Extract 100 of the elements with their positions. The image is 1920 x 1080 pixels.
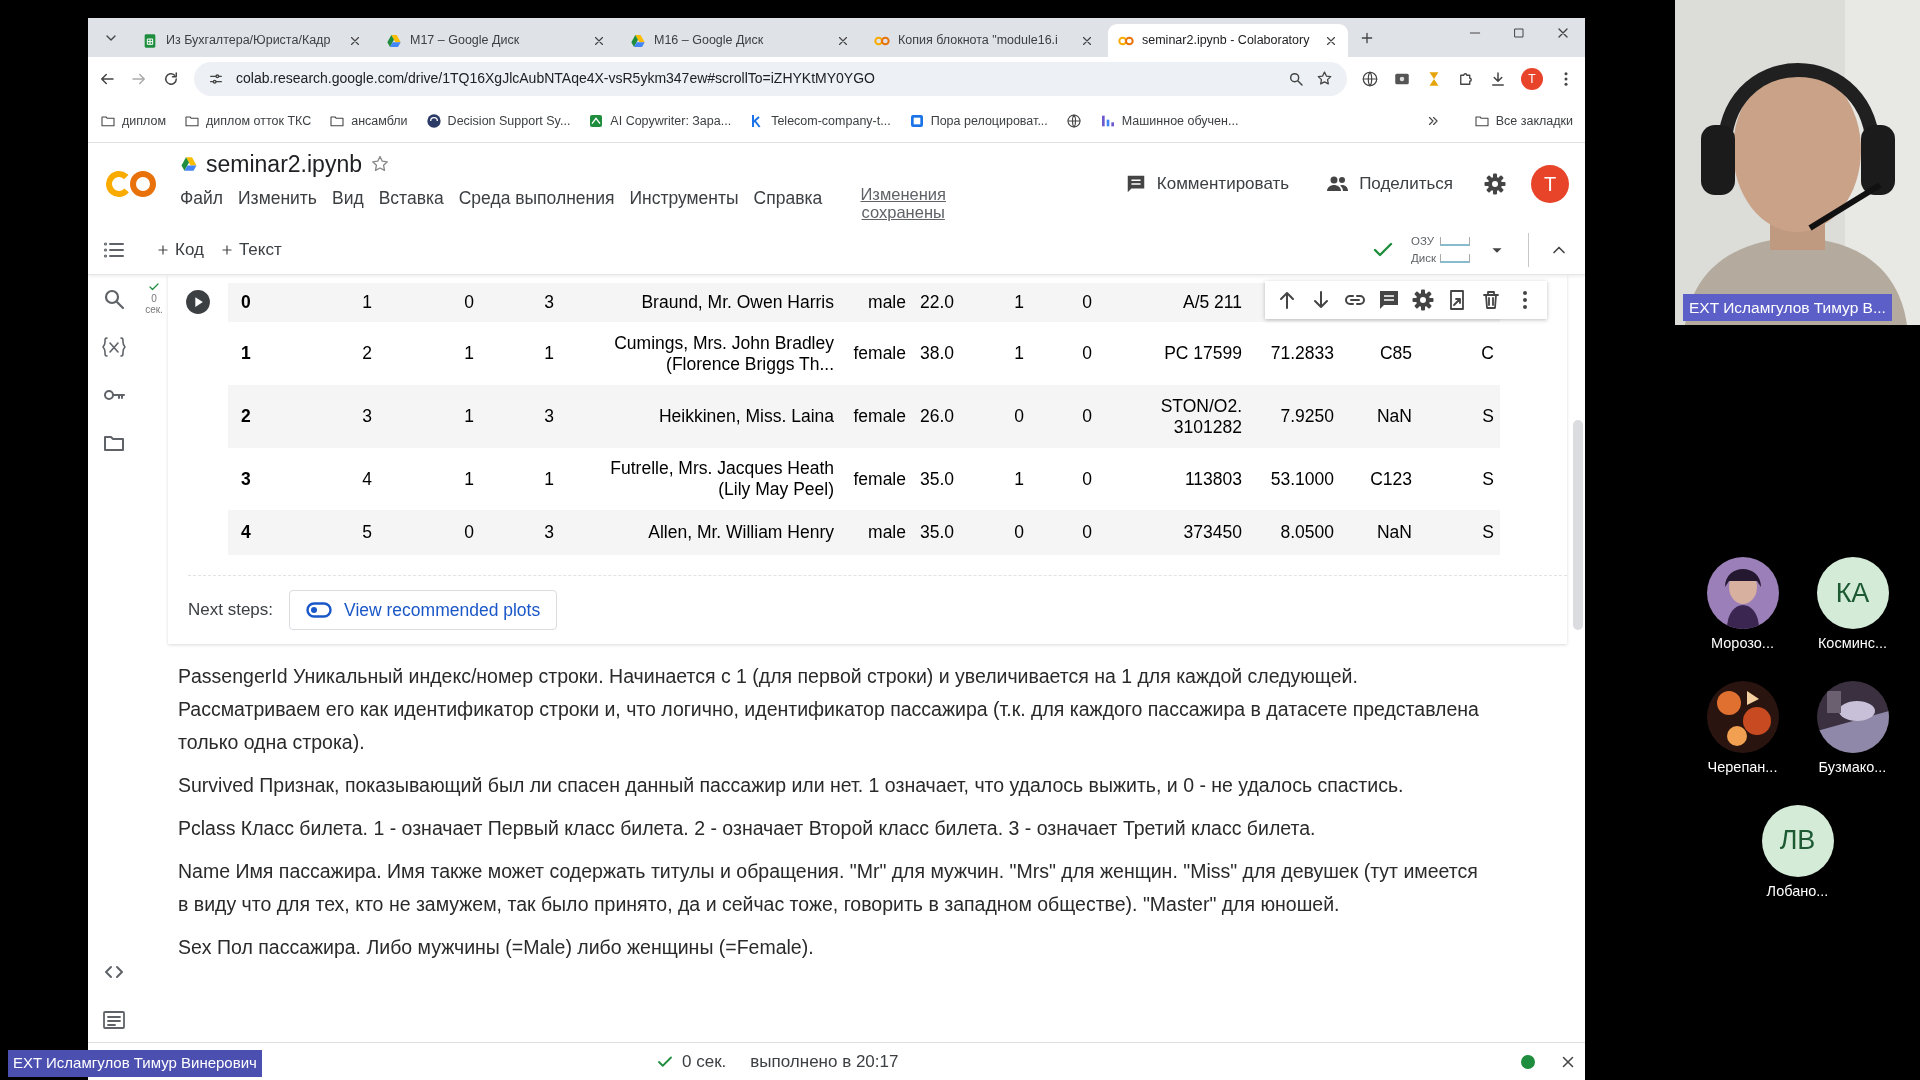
add-text-button[interactable]: Текст (211, 232, 290, 267)
next-steps-label: Next steps: (188, 599, 274, 622)
comment-button[interactable]: Комментировать (1118, 170, 1296, 198)
menu-item[interactable]: Файл (180, 185, 224, 212)
table-cell: C (1481, 343, 1494, 363)
bar-logo-icon (1099, 113, 1116, 129)
paragraph: Survived Признак, показывающий был ли спасен данный пассажир или нет. 1 означает, что удалось выжить, и 0 - не удалось спастись. (178, 773, 1405, 799)
run-button[interactable] (185, 289, 211, 315)
drive-icon (180, 155, 198, 173)
menu-item[interactable]: Вид (332, 185, 364, 212)
square-logo-icon (908, 113, 925, 129)
menu-item[interactable]: Справка (753, 185, 823, 212)
bookmark[interactable]: диплом отток ТКС (184, 111, 312, 131)
scrollbar[interactable] (1573, 420, 1583, 630)
table-cell: S (1482, 522, 1494, 542)
search-icon[interactable] (102, 287, 126, 311)
menu-item[interactable]: Изменить (238, 185, 317, 212)
table-cell: 1 (362, 292, 372, 312)
address-bar[interactable]: colab.research.google.com/drive/1TQ16XgJlcAubNTAqe4X-vsR5ykm347ew#scrollTo=iZHYKtMY0YGO (194, 61, 1347, 96)
url-text: colab.research.google.com/drive/1TQ16XgJlcAubNTAqe4X-vsR5ykm347ew#scrollTo=iZHYKtMY0YGO (236, 69, 876, 88)
menu-item[interactable]: Среда выполнения (458, 185, 615, 212)
share-button[interactable]: Поделиться (1319, 170, 1459, 198)
star-icon[interactable] (369, 154, 390, 174)
table-cell: 1 (544, 468, 554, 489)
bookmark[interactable]: Пора релоцироват... (908, 111, 1048, 131)
recommended-plots-button[interactable]: View recommended plots (289, 590, 558, 631)
table-cell: 113803 (1184, 468, 1242, 489)
bookmark[interactable]: Все закладки (1473, 111, 1573, 131)
settings-icon[interactable] (1483, 172, 1507, 196)
toggle-icon (306, 602, 333, 619)
execution-time: сек. (145, 304, 163, 315)
add-code-button[interactable]: Код (148, 232, 212, 267)
table-cell: 4 (362, 468, 372, 489)
sheet-icon (142, 32, 158, 49)
terminal-icon[interactable] (101, 1008, 127, 1032)
browser-tab[interactable]: Из Бухгалтера/Юриста/Кадр (132, 24, 372, 57)
table-cell: female (853, 406, 906, 426)
bookmark[interactable]: Машинное обучен... (1099, 111, 1239, 131)
table-cell: female (853, 468, 906, 489)
comment-icon[interactable] (1377, 288, 1401, 312)
user-avatar[interactable]: T (1531, 165, 1569, 203)
initials-avatar: ЛВ (1761, 804, 1834, 877)
row-index: 3 (241, 468, 251, 489)
table-cell: 0 (1082, 468, 1092, 489)
globe-icon[interactable] (1361, 69, 1379, 88)
table-cell: 0 (1014, 522, 1024, 542)
table-cell: 0 (1082, 406, 1092, 426)
table-cell: 35.0 (919, 468, 954, 489)
presenter-name: EXT Исламгулов Тимур Винерович (8, 1050, 262, 1077)
table-cell: STON/O2. 3101282 (1160, 395, 1242, 437)
table-cell: Allen, Mr. William Henry (648, 522, 834, 542)
table-cell: NaN (1377, 522, 1412, 542)
notebook-title[interactable]: seminar2.ipynb (206, 146, 362, 182)
execution-status: выполнено в 20:17 (750, 1050, 899, 1073)
bookmark[interactable]: Decision Support Sy... (425, 111, 571, 131)
table-cell: 53.1000 (1270, 468, 1334, 489)
resource-meter[interactable]: ОЗУ Диск (1411, 232, 1470, 267)
bookmark[interactable]: диплом (100, 111, 167, 131)
new-tab-icon[interactable] (1359, 30, 1375, 46)
colab-logo[interactable] (106, 169, 156, 199)
table-cell: 0 (1014, 406, 1024, 426)
save-status-link[interactable]: Изменения сохранены (853, 185, 954, 222)
row-index: 0 (241, 292, 251, 312)
folder-icon (1473, 113, 1490, 129)
table-cell: male (868, 522, 906, 542)
table-cell: A/5 211 (1182, 292, 1242, 312)
download-icon[interactable] (1489, 69, 1507, 88)
settings-icon[interactable] (1411, 288, 1435, 312)
table-cell: 0 (464, 522, 474, 542)
table-cell: 0 (464, 292, 474, 312)
table-cell: Cumings, Mrs. John Bradley (Florence Briggs Th... (614, 332, 834, 374)
square-logo-icon (588, 113, 605, 129)
bookmark[interactable]: ансамбли (329, 111, 408, 131)
profile-avatar[interactable]: T (1521, 67, 1543, 90)
table-cell: 3 (544, 406, 554, 426)
table-cell: Futrelle, Mrs. Jacques Heath (Lily May Peel) (610, 458, 834, 499)
plus-icon (156, 242, 170, 257)
table-cell: Heikkinen, Miss. Laina (658, 406, 834, 426)
table-cell: 0 (1082, 292, 1092, 312)
star-icon[interactable] (1316, 70, 1333, 87)
table-cell: 1 (1014, 343, 1024, 363)
bookmark[interactable]: AI Copywriter: Зара... (588, 111, 732, 131)
menu-item[interactable]: Вставка (378, 185, 444, 212)
menu-item[interactable]: Инструменты (629, 185, 739, 212)
search-icon[interactable] (1288, 70, 1304, 87)
browser-tab[interactable]: M17 – Google Диск (376, 24, 616, 57)
bookmark[interactable]: Telecom-company-t... (749, 111, 891, 131)
browser-tab[interactable]: Копия блокнота "module16.i (864, 24, 1104, 57)
execution-duration: 0 сек. (682, 1050, 727, 1073)
browser-tab[interactable]: seminar2.ipynb - Colaboratory (1108, 24, 1348, 57)
paragraph: Sex Пол пассажира. Либо мужчины (=Male) либо женщины (=Female). (178, 935, 815, 961)
table-cell: 0 (1082, 343, 1092, 363)
bookmark[interactable] (1065, 113, 1082, 129)
variables-icon[interactable] (101, 335, 127, 359)
table-cell: 1 (464, 406, 474, 426)
browser-tab[interactable]: M16 – Google Диск (620, 24, 860, 57)
table-cell: 35.0 (919, 522, 954, 542)
reload-icon[interactable] (162, 69, 180, 88)
triangle-logo-icon (386, 32, 402, 49)
participant-name: Косминс... (1817, 634, 1888, 653)
